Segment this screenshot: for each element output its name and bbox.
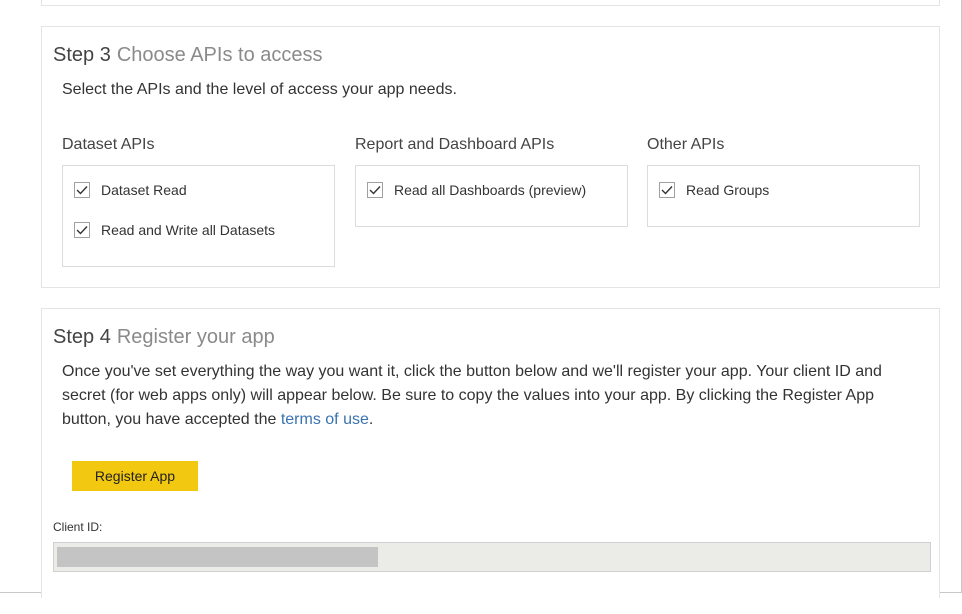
dataset-apis-title: Dataset APIs xyxy=(62,136,155,153)
client-id-label: Client ID: xyxy=(53,520,103,534)
client-id-value xyxy=(57,547,378,567)
checkmark-icon xyxy=(661,186,673,195)
read-groups-option[interactable]: Read Groups xyxy=(659,181,769,199)
step4-heading: Register your app xyxy=(116,326,275,348)
read-dashboards-option[interactable]: Read all Dashboards (preview) xyxy=(367,181,586,199)
step3-panel: Step 3 Choose APIs to access Select the A… xyxy=(41,26,940,288)
checkmark-icon xyxy=(76,226,88,235)
read-dashboards-checkbox[interactable] xyxy=(367,182,383,198)
previous-step-panel xyxy=(41,0,940,6)
dataset-read-label: Dataset Read xyxy=(101,182,187,198)
step3-description: Select the APIs and the level of access … xyxy=(62,81,457,98)
step3-heading: Choose APIs to access xyxy=(116,44,323,66)
step4-description: Once you've set everything the way you w… xyxy=(62,360,922,432)
dataset-read-checkbox[interactable] xyxy=(74,182,90,198)
checkmark-icon xyxy=(76,186,88,195)
client-id-field[interactable] xyxy=(53,542,931,572)
step4-panel: Step 4 Register your app Once you've set … xyxy=(41,308,940,598)
report-dashboard-apis-group: Read all Dashboards (preview) xyxy=(355,165,628,227)
report-dashboard-apis-title: Report and Dashboard APIs xyxy=(355,136,555,153)
step4-description-text: Once you've set everything the way you w… xyxy=(62,363,882,428)
read-write-datasets-label: Read and Write all Datasets xyxy=(101,222,276,238)
step4-number: Step 4 xyxy=(53,326,111,348)
other-apis-title: Other APIs xyxy=(647,136,725,153)
read-groups-checkbox[interactable] xyxy=(659,182,675,198)
checkmark-icon xyxy=(369,186,381,195)
step3-title: Step 3 Choose APIs to access xyxy=(53,43,323,67)
step4-title: Step 4 Register your app xyxy=(53,325,275,349)
other-apis-group: Read Groups xyxy=(647,165,920,227)
terms-of-use-link[interactable]: terms of use xyxy=(281,411,369,428)
read-write-datasets-option[interactable]: Read and Write all Datasets xyxy=(74,221,275,239)
step3-number: Step 3 xyxy=(53,44,111,66)
read-groups-label: Read Groups xyxy=(686,182,770,198)
read-dashboards-label: Read all Dashboards (preview) xyxy=(394,182,587,198)
dataset-read-option[interactable]: Dataset Read xyxy=(74,181,187,199)
step4-description-end: . xyxy=(368,411,374,428)
dataset-apis-group: Dataset Read Read and Write all Datasets xyxy=(62,165,335,267)
register-app-button[interactable]: Register App xyxy=(72,461,198,491)
read-write-datasets-checkbox[interactable] xyxy=(74,222,90,238)
